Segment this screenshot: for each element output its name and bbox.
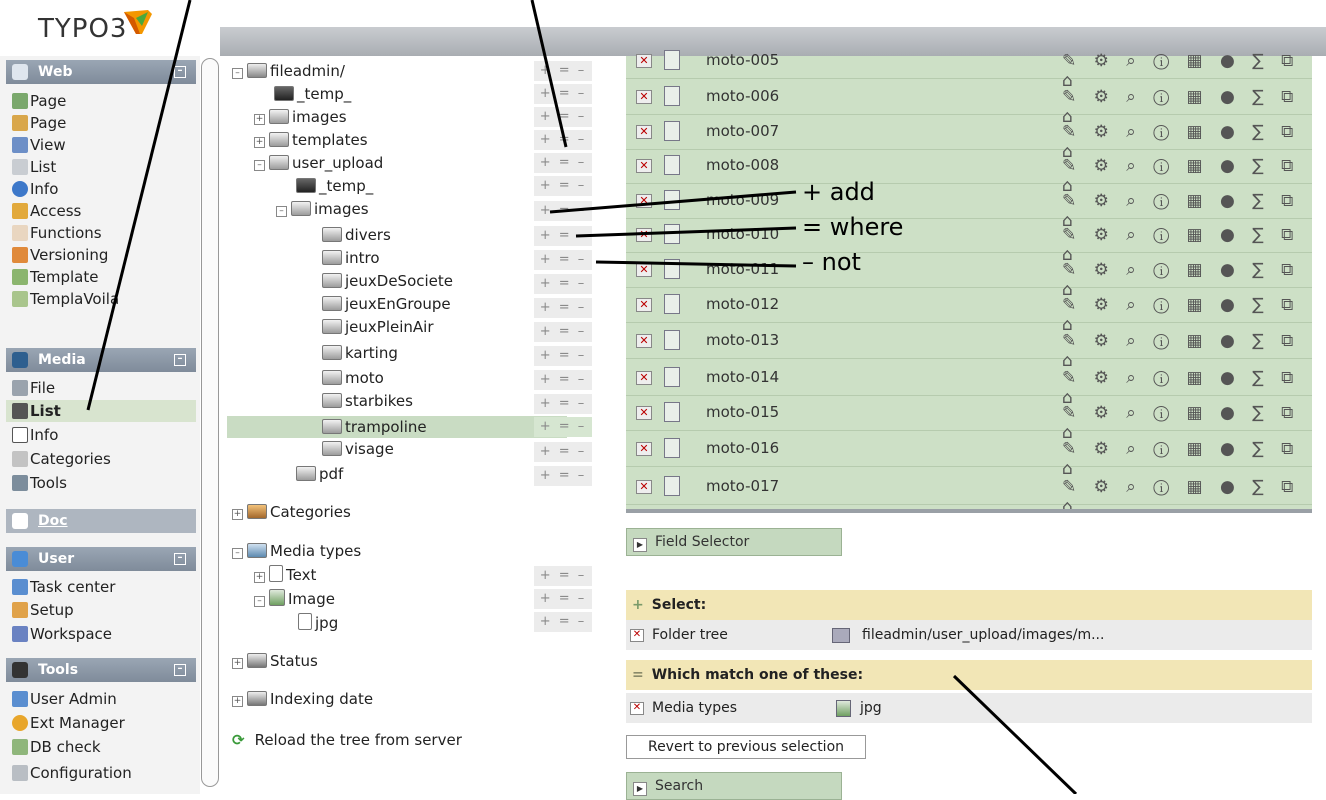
- annotation-not-line: [595, 260, 797, 268]
- annotation-add-line: [549, 190, 797, 214]
- annotation-arrow-line: [952, 674, 1078, 794]
- annotation-arrow-line: [530, 0, 568, 148]
- annotation-where: = where: [802, 213, 904, 241]
- annotation-arrow-line: [86, 0, 192, 411]
- annotation-add: + add: [802, 178, 875, 206]
- annotation-lines: [86, 0, 1078, 794]
- annotation-where-line: [575, 226, 797, 238]
- annotation-not: – not: [802, 248, 861, 276]
